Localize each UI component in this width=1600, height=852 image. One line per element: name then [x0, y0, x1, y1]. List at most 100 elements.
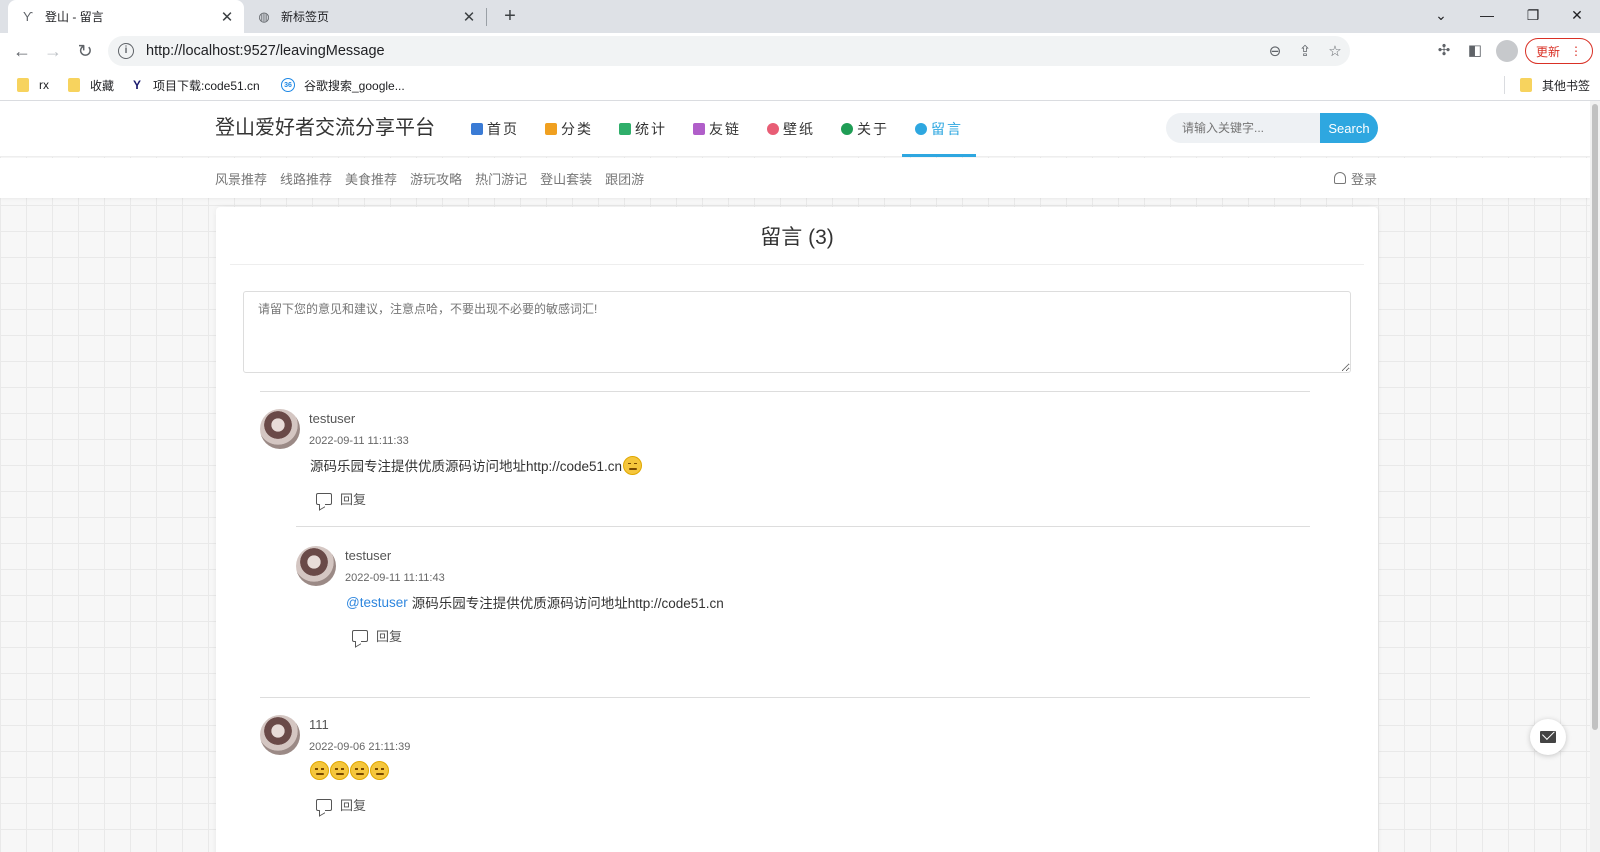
- site-header: 登山爱好者交流分享平台 首页 分类 统计 友链 壁纸 关于 留言 请输入关键字.…: [0, 101, 1590, 157]
- subnav-scenery[interactable]: 风景推荐: [215, 169, 267, 188]
- mention-link[interactable]: @testuser: [346, 595, 408, 610]
- tab-search-chevron-icon[interactable]: ⌄: [1418, 0, 1464, 30]
- subnav-tours[interactable]: 跟团游: [605, 169, 644, 188]
- subnav-routes[interactable]: 线路推荐: [280, 169, 332, 188]
- comment-item: testuser 2022-09-11 11:11:33 源码乐园专注提供优质源…: [260, 409, 1310, 519]
- smile-emoji-icon: [350, 761, 369, 780]
- comment-bubble-icon: [352, 629, 368, 642]
- side-panel-icon[interactable]: ◧: [1465, 41, 1485, 61]
- comment-username: testuser: [309, 411, 356, 426]
- bookmarks-bar: rx 收藏 Y 项目下载:code51.cn 36 谷歌搜索_google...…: [0, 69, 1600, 101]
- nav-stats[interactable]: 统计: [606, 101, 680, 157]
- reload-icon[interactable]: ↻: [72, 38, 98, 64]
- nav-wallpaper[interactable]: 壁纸: [754, 101, 828, 157]
- bookmark-google[interactable]: 36 谷歌搜索_google...: [281, 75, 405, 95]
- comment-text: 源码乐园专注提供优质源码访问地址http://code51.cn: [411, 596, 724, 611]
- message-icon: [915, 123, 927, 135]
- share-icon[interactable]: ⇪: [1290, 42, 1320, 60]
- nav-message[interactable]: 留言: [902, 101, 976, 157]
- bookmark-star-icon[interactable]: ☆: [1320, 42, 1350, 60]
- page-viewport: 登山爱好者交流分享平台 首页 分类 统计 友链 壁纸 关于 留言 请输入关键字.…: [0, 101, 1600, 852]
- smile-emoji-icon: [310, 761, 329, 780]
- message-board-title: 留言 (3): [760, 226, 834, 249]
- comment-text-row: [309, 761, 389, 780]
- update-button[interactable]: 更新 ⋮: [1525, 38, 1593, 64]
- comment-bubble-icon: [316, 492, 332, 505]
- subnav-gear[interactable]: 登山套装: [540, 169, 592, 188]
- folder-icon: [68, 78, 80, 92]
- divider: [260, 391, 1310, 392]
- tab-active[interactable]: Ƴ 登山 - 留言 ✕: [8, 0, 244, 33]
- mail-icon: [1540, 731, 1556, 743]
- nav-about[interactable]: 关于: [828, 101, 902, 157]
- close-tab-icon[interactable]: ✕: [458, 8, 480, 26]
- bookmark-rx[interactable]: rx: [17, 75, 49, 95]
- friend-links-icon: [693, 123, 705, 135]
- user-icon: [1334, 172, 1346, 184]
- comment-item: 111 2022-09-06 21:11:39 回复: [260, 715, 1310, 825]
- nav-links[interactable]: 友链: [680, 101, 754, 157]
- nav-category[interactable]: 分类: [532, 101, 606, 157]
- avatar: [296, 546, 336, 586]
- bookmark-label: 收藏: [90, 78, 115, 93]
- home-icon: [471, 123, 483, 135]
- wallpaper-icon: [767, 123, 779, 135]
- back-arrow-icon[interactable]: ←: [9, 38, 35, 64]
- tab-title: 新标签页: [281, 10, 330, 24]
- zoom-icon[interactable]: ⊖: [1260, 42, 1290, 60]
- reply-button[interactable]: 回复: [352, 626, 402, 645]
- stats-icon: [619, 123, 631, 135]
- restore-icon[interactable]: ❐: [1510, 0, 1556, 30]
- nav-home[interactable]: 首页: [458, 101, 532, 157]
- other-bookmarks[interactable]: 其他书签: [1520, 75, 1590, 95]
- avatar: [260, 409, 300, 449]
- floating-mail-button[interactable]: [1530, 719, 1566, 755]
- site-info-icon[interactable]: i: [118, 43, 134, 59]
- reply-button[interactable]: 回复: [316, 489, 366, 508]
- reply-button[interactable]: 回复: [316, 795, 366, 814]
- comment-text-row: 源码乐园专注提供优质源码访问地址http://code51.cn: [310, 455, 643, 475]
- comment-time: 2022-09-11 11:11:43: [345, 572, 445, 584]
- search-button[interactable]: Search: [1320, 113, 1378, 143]
- new-tab-plus-icon[interactable]: +: [498, 4, 522, 28]
- folder-icon: [1520, 78, 1532, 92]
- tab-title: 登山 - 留言: [45, 10, 104, 24]
- comment-username: 111: [309, 717, 329, 732]
- subnav-guides[interactable]: 游玩攻略: [410, 169, 462, 188]
- search-input[interactable]: [1166, 113, 1320, 143]
- site-title[interactable]: 登山爱好者交流分享平台: [215, 111, 435, 140]
- bookmark-favorites[interactable]: 收藏: [68, 75, 114, 95]
- divider: [260, 697, 1310, 698]
- bookmark-separator: [1504, 76, 1505, 94]
- extensions-puzzle-icon[interactable]: ✣: [1434, 41, 1454, 61]
- tab-new[interactable]: ◍ 新标签页 ✕: [244, 0, 486, 33]
- main-nav: 首页 分类 统计 友链 壁纸 关于 留言: [458, 101, 976, 157]
- message-card: 留言 (3) testuser 2022-09-11 11:11:33 源码乐园…: [216, 207, 1378, 852]
- menu-dots-icon: ⋮: [1570, 44, 1582, 58]
- 360-icon: 36: [281, 78, 295, 92]
- subnav-food[interactable]: 美食推荐: [345, 169, 397, 188]
- subnav-travelogues[interactable]: 热门游记: [475, 169, 527, 188]
- minimize-icon[interactable]: —: [1464, 0, 1510, 30]
- bookmark-label: rx: [39, 78, 49, 92]
- reply-label: 回复: [340, 492, 367, 507]
- close-tab-icon[interactable]: ✕: [216, 8, 238, 26]
- message-textarea[interactable]: [243, 291, 1351, 373]
- comment-text: 源码乐园专注提供优质源码访问地址http://code51.cn: [310, 459, 623, 474]
- about-icon: [841, 123, 853, 135]
- url-text[interactable]: http://localhost:9527/leavingMessage: [146, 43, 1260, 59]
- profile-avatar-icon[interactable]: [1496, 40, 1518, 62]
- forward-arrow-icon[interactable]: →: [40, 38, 66, 64]
- comment-time: 2022-09-11 11:11:33: [309, 435, 409, 447]
- comment-bubble-icon: [316, 798, 332, 811]
- comment-time: 2022-09-06 21:11:39: [309, 741, 411, 753]
- leaf-icon: Ƴ: [22, 9, 34, 24]
- bookmark-label: 谷歌搜索_google...: [304, 78, 405, 93]
- address-bar[interactable]: i http://localhost:9527/leavingMessage ⊖…: [108, 36, 1350, 66]
- scrollbar-thumb[interactable]: [1592, 104, 1598, 730]
- login-link[interactable]: 登录: [1334, 158, 1377, 198]
- bookmark-code51[interactable]: Y 项目下载:code51.cn: [130, 75, 260, 95]
- browser-toolbar: ← → ↻ i http://localhost:9527/leavingMes…: [0, 33, 1600, 69]
- update-label: 更新: [1535, 44, 1560, 59]
- window-close-icon[interactable]: ✕: [1554, 0, 1600, 30]
